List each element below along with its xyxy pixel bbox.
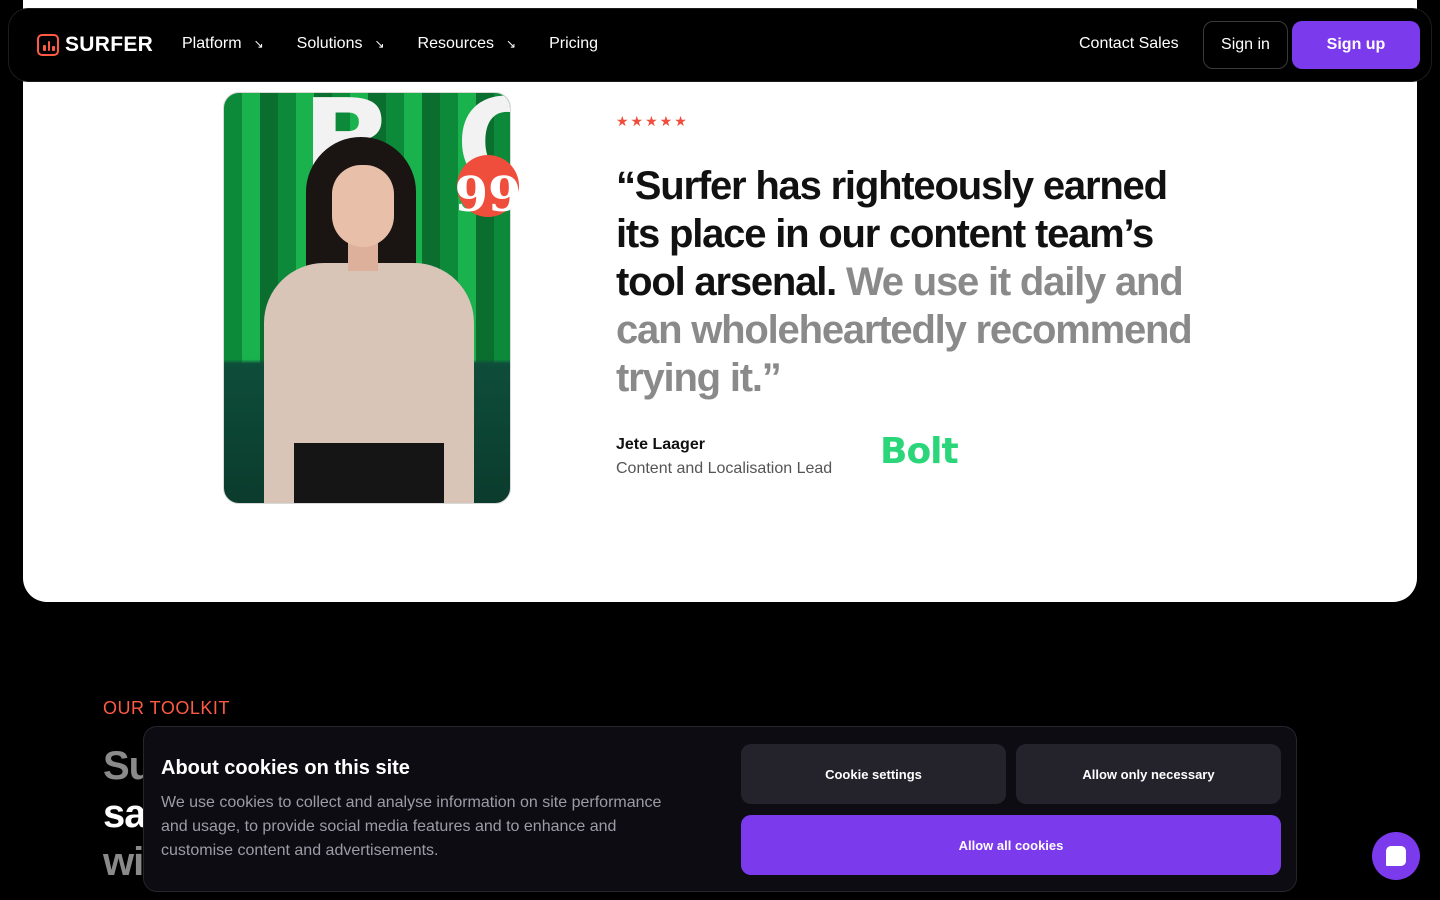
person-face [332, 165, 394, 247]
contact-sales-link[interactable]: Contact Sales [1079, 35, 1179, 53]
sign-up-button[interactable]: Sign up [1292, 21, 1420, 69]
nav-item-resources[interactable]: Resources ↘ [418, 35, 517, 53]
nav-item-label: Solutions [296, 35, 363, 52]
nav-item-label: Platform [182, 35, 242, 52]
allow-necessary-button[interactable]: Allow only necessary [1016, 744, 1281, 804]
allow-all-cookies-button[interactable]: Allow all cookies [741, 815, 1281, 875]
arrow-down-right-icon: ↘ [253, 37, 264, 51]
logo-icon [37, 34, 59, 56]
nav-links: Platform ↘ Solutions ↘ Resources ↘ Prici… [182, 35, 631, 53]
logo-text: SURFER [65, 33, 154, 56]
testimonial-photo: B O [223, 92, 511, 504]
nav-item-pricing[interactable]: Pricing [549, 35, 598, 53]
chat-bubble-icon [1386, 846, 1406, 866]
nav-item-label: Pricing [549, 35, 598, 52]
chat-launcher-button[interactable] [1372, 832, 1420, 880]
page: B O 99 ★★★★★ “Surfer has righteously ear… [0, 0, 1440, 900]
sign-in-button[interactable]: Sign in [1203, 21, 1288, 69]
author-name: Jete Laager [616, 436, 705, 453]
arrow-down-right-icon: ↘ [506, 37, 517, 51]
person-pants [294, 443, 444, 503]
nav-item-label: Resources [417, 35, 495, 52]
rating-stars: ★★★★★ [616, 113, 689, 129]
cookie-description: We use cookies to collect and analyse in… [161, 794, 662, 859]
section-eyebrow: OUR TOOLKIT [103, 698, 230, 718]
nav-item-solutions[interactable]: Solutions ↘ [297, 35, 385, 53]
top-navbar: SURFER Platform ↘ Solutions ↘ Resources … [8, 8, 1432, 82]
cookie-banner: About cookies on this site We use cookie… [143, 726, 1297, 892]
company-logo: Bolt [880, 431, 959, 472]
author-role: Content and Localisation Lead [616, 460, 833, 477]
cookie-settings-button[interactable]: Cookie settings [741, 744, 1006, 804]
surfer-logo[interactable]: SURFER [37, 33, 153, 57]
testimonial-quote: “Surfer has righteously earned its place… [616, 162, 1216, 402]
cookie-title: About cookies on this site [161, 757, 410, 779]
nav-item-platform[interactable]: Platform ↘ [182, 35, 264, 53]
arrow-down-right-icon: ↘ [374, 37, 385, 51]
quote-icon: 99 [455, 155, 521, 219]
